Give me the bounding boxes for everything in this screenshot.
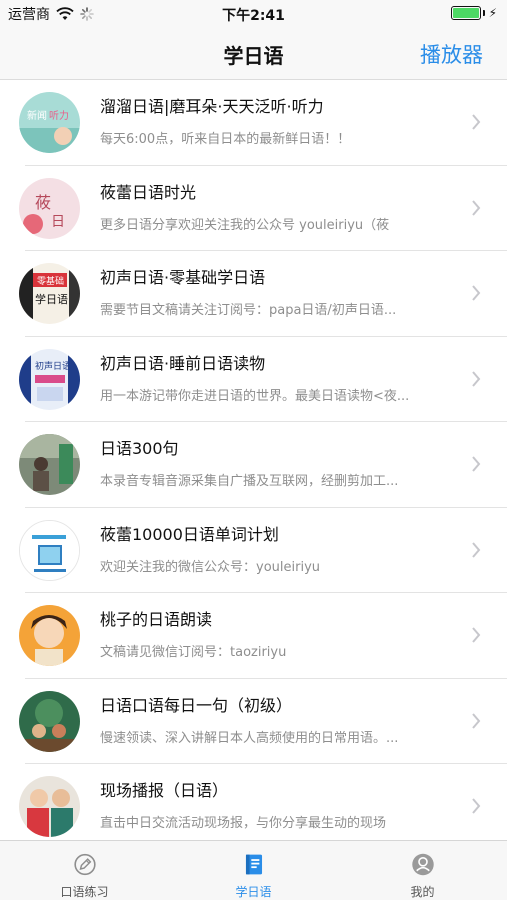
player-button[interactable]: 播放器 <box>420 39 483 69</box>
list-item[interactable]: 初声日语 初声日语·睡前日语读物 用一本游记带你走进日语的世界。最美日语读物<夜… <box>0 337 507 423</box>
avatar: 新闻 听力 <box>19 92 80 153</box>
item-subtitle: 本录音专辑音源采集自广播及互联网，经删剪加工... <box>100 474 399 489</box>
chevron-right-icon <box>472 199 481 216</box>
avatar <box>19 519 80 581</box>
tab-label: 我的 <box>410 885 435 899</box>
item-title: 莜蕾10000日语单词计划 <box>100 524 279 544</box>
item-title: 初声日语·睡前日语读物 <box>100 353 266 373</box>
svg-text:初声日语: 初声日语 <box>35 360 71 372</box>
list-item[interactable]: 莜蕾10000日语单词计划 欢迎关注我的微信公众号：youleiriyu <box>0 508 507 594</box>
svg-text:听力: 听力 <box>49 109 69 122</box>
svg-text:莜: 莜 <box>35 193 51 212</box>
chevron-right-icon <box>472 541 481 558</box>
item-subtitle: 更多日语分享欢迎关注我的公众号 youleiriyu（莜 <box>100 217 390 233</box>
item-title: 日语300句 <box>100 439 179 458</box>
chevron-right-icon <box>472 114 481 130</box>
item-subtitle: 用一本游记带你走进日语的世界。最美日语读物<夜... <box>100 388 410 404</box>
tab-label: 学日语 <box>235 885 272 899</box>
svg-text:日: 日 <box>51 214 65 230</box>
tab-bar: 口语练习 学日语 我的 <box>0 840 507 900</box>
chevron-right-icon <box>472 627 481 643</box>
tab-me[interactable]: 我的 <box>338 841 507 900</box>
tab-speaking-practice[interactable]: 口语练习 <box>0 841 169 900</box>
svg-text:新闻: 新闻 <box>27 109 47 122</box>
svg-text:零基础: 零基础 <box>37 275 64 287</box>
list-item[interactable]: 莜 日 莜蕾日语时光 更多日语分享欢迎关注我的公众号 youleiriyu（莜 <box>0 166 507 252</box>
status-time: 下午2:41 <box>222 8 285 24</box>
item-subtitle: 文稿请见微信订阅号：taoziriyu <box>100 645 287 660</box>
chevron-right-icon <box>472 285 481 301</box>
item-title: 莜蕾日语时光 <box>100 182 197 202</box>
item-subtitle: 欢迎关注我的微信公众号：youleiriyu <box>100 559 320 575</box>
avatar: 初声日语 <box>19 348 80 410</box>
pencil-icon <box>73 853 96 876</box>
tab-label: 口语练习 <box>60 885 109 899</box>
item-title: 初声日语·零基础学日语 <box>100 268 266 287</box>
status-bar: 运营商 下午2:41 ⚡ <box>0 0 507 28</box>
tab-learn-japanese[interactable]: 学日语 <box>169 841 338 900</box>
list-item[interactable]: 桃子的日语朗读 文稿请见微信订阅号：taoziriyu <box>0 593 507 679</box>
avatar <box>19 776 80 837</box>
list-item[interactable]: 新闻 听力 溜溜日语|磨耳朵·天天泛听·听力 每天6:00点，听来自日本的最新鲜… <box>0 80 507 166</box>
chevron-right-icon <box>472 712 481 729</box>
podcast-list: 新闻 听力 溜溜日语|磨耳朵·天天泛听·听力 每天6:00点，听来自日本的最新鲜… <box>0 80 507 840</box>
chevron-right-icon <box>472 370 481 387</box>
chevron-right-icon <box>472 798 481 814</box>
avatar: 莜 日 <box>19 177 80 239</box>
avatar <box>19 605 80 666</box>
item-subtitle: 慢速领读、深入讲解日本人高频使用的日常用语。... <box>100 730 399 746</box>
item-title: 桃子的日语朗读 <box>100 610 213 629</box>
list-item[interactable]: 现场播报（日语） 直击中日交流活动现场报，与你分享最生动的现场 <box>0 764 507 840</box>
item-subtitle: 直击中日交流活动现场报，与你分享最生动的现场 <box>100 816 387 831</box>
navigation-bar: 学日语 播放器 <box>0 28 507 80</box>
avatar: 零基础 学日语 <box>19 263 80 324</box>
battery-icon: ⚡ <box>450 6 497 20</box>
book-icon <box>245 854 262 875</box>
svg-text:学日语: 学日语 <box>35 292 68 306</box>
item-title: 溜溜日语|磨耳朵·天天泛听·听力 <box>100 97 324 116</box>
item-title: 日语口语每日一句（初级） <box>100 695 293 715</box>
list-item[interactable]: 日语300句 本录音专辑音源采集自广播及互联网，经删剪加工... <box>0 422 507 508</box>
list-item[interactable]: 日语口语每日一句（初级） 慢速领读、深入讲解日本人高频使用的日常用语。... <box>0 679 507 765</box>
avatar <box>19 690 80 752</box>
item-title: 现场播报（日语） <box>100 781 229 800</box>
charging-bolt-icon: ⚡ <box>488 6 497 20</box>
user-icon <box>411 853 434 876</box>
item-subtitle: 每天6:00点，听来自日本的最新鲜日语！！ <box>100 132 351 147</box>
avatar <box>19 434 80 495</box>
list-item[interactable]: 零基础 学日语 初声日语·零基础学日语 需要节目文稿请关注订阅号：papa日语/… <box>0 251 507 337</box>
item-subtitle: 需要节目文稿请关注订阅号：papa日语/初声日语... <box>100 303 397 318</box>
chevron-right-icon <box>472 456 481 472</box>
